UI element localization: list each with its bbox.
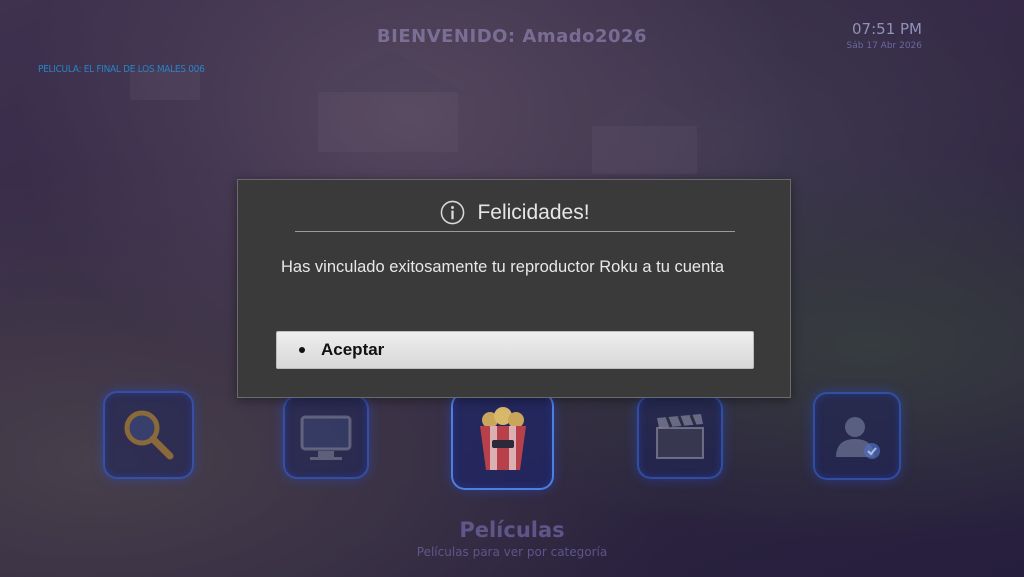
dialog-message: Has vinculado exitosamente tu reproducto… (281, 258, 725, 276)
clock: 07:51 PM Sáb 17 Abr 2026 (847, 20, 922, 51)
accept-button[interactable]: Aceptar (276, 331, 754, 369)
clock-date: Sáb 17 Abr 2026 (846, 41, 922, 51)
tv-icon (300, 415, 352, 460)
menu-tile-tv[interactable] (283, 395, 369, 479)
dialog-title: Felicidades! (477, 200, 590, 224)
menu-tile-account[interactable] (813, 392, 901, 480)
screen: BIENVENIDO: Amado2026 07:51 PM Sáb 17 Ab… (0, 0, 1024, 577)
selected-section-title: Películas (459, 518, 565, 542)
account-icon (836, 417, 880, 459)
selected-section-subtitle: Películas para ver por categoría (416, 545, 608, 559)
clock-time: 07:51 PM (852, 20, 922, 38)
news-ticker: PELICULA: EL FINAL DE LOS MALES 006 (38, 64, 205, 75)
info-icon (441, 200, 465, 225)
popcorn-icon (479, 407, 526, 470)
menu-tile-movies[interactable] (451, 392, 554, 490)
menu-tile-series[interactable] (637, 395, 723, 479)
menu-tile-search[interactable] (103, 391, 194, 479)
search-icon (124, 410, 173, 460)
dialog-header: Felicidades! (295, 194, 735, 232)
clapperboard-icon (656, 414, 704, 459)
focus-bullet (299, 347, 305, 353)
accept-button-label: Aceptar (321, 340, 385, 359)
success-dialog: Felicidades! Has vinculado exitosamente … (237, 179, 791, 398)
